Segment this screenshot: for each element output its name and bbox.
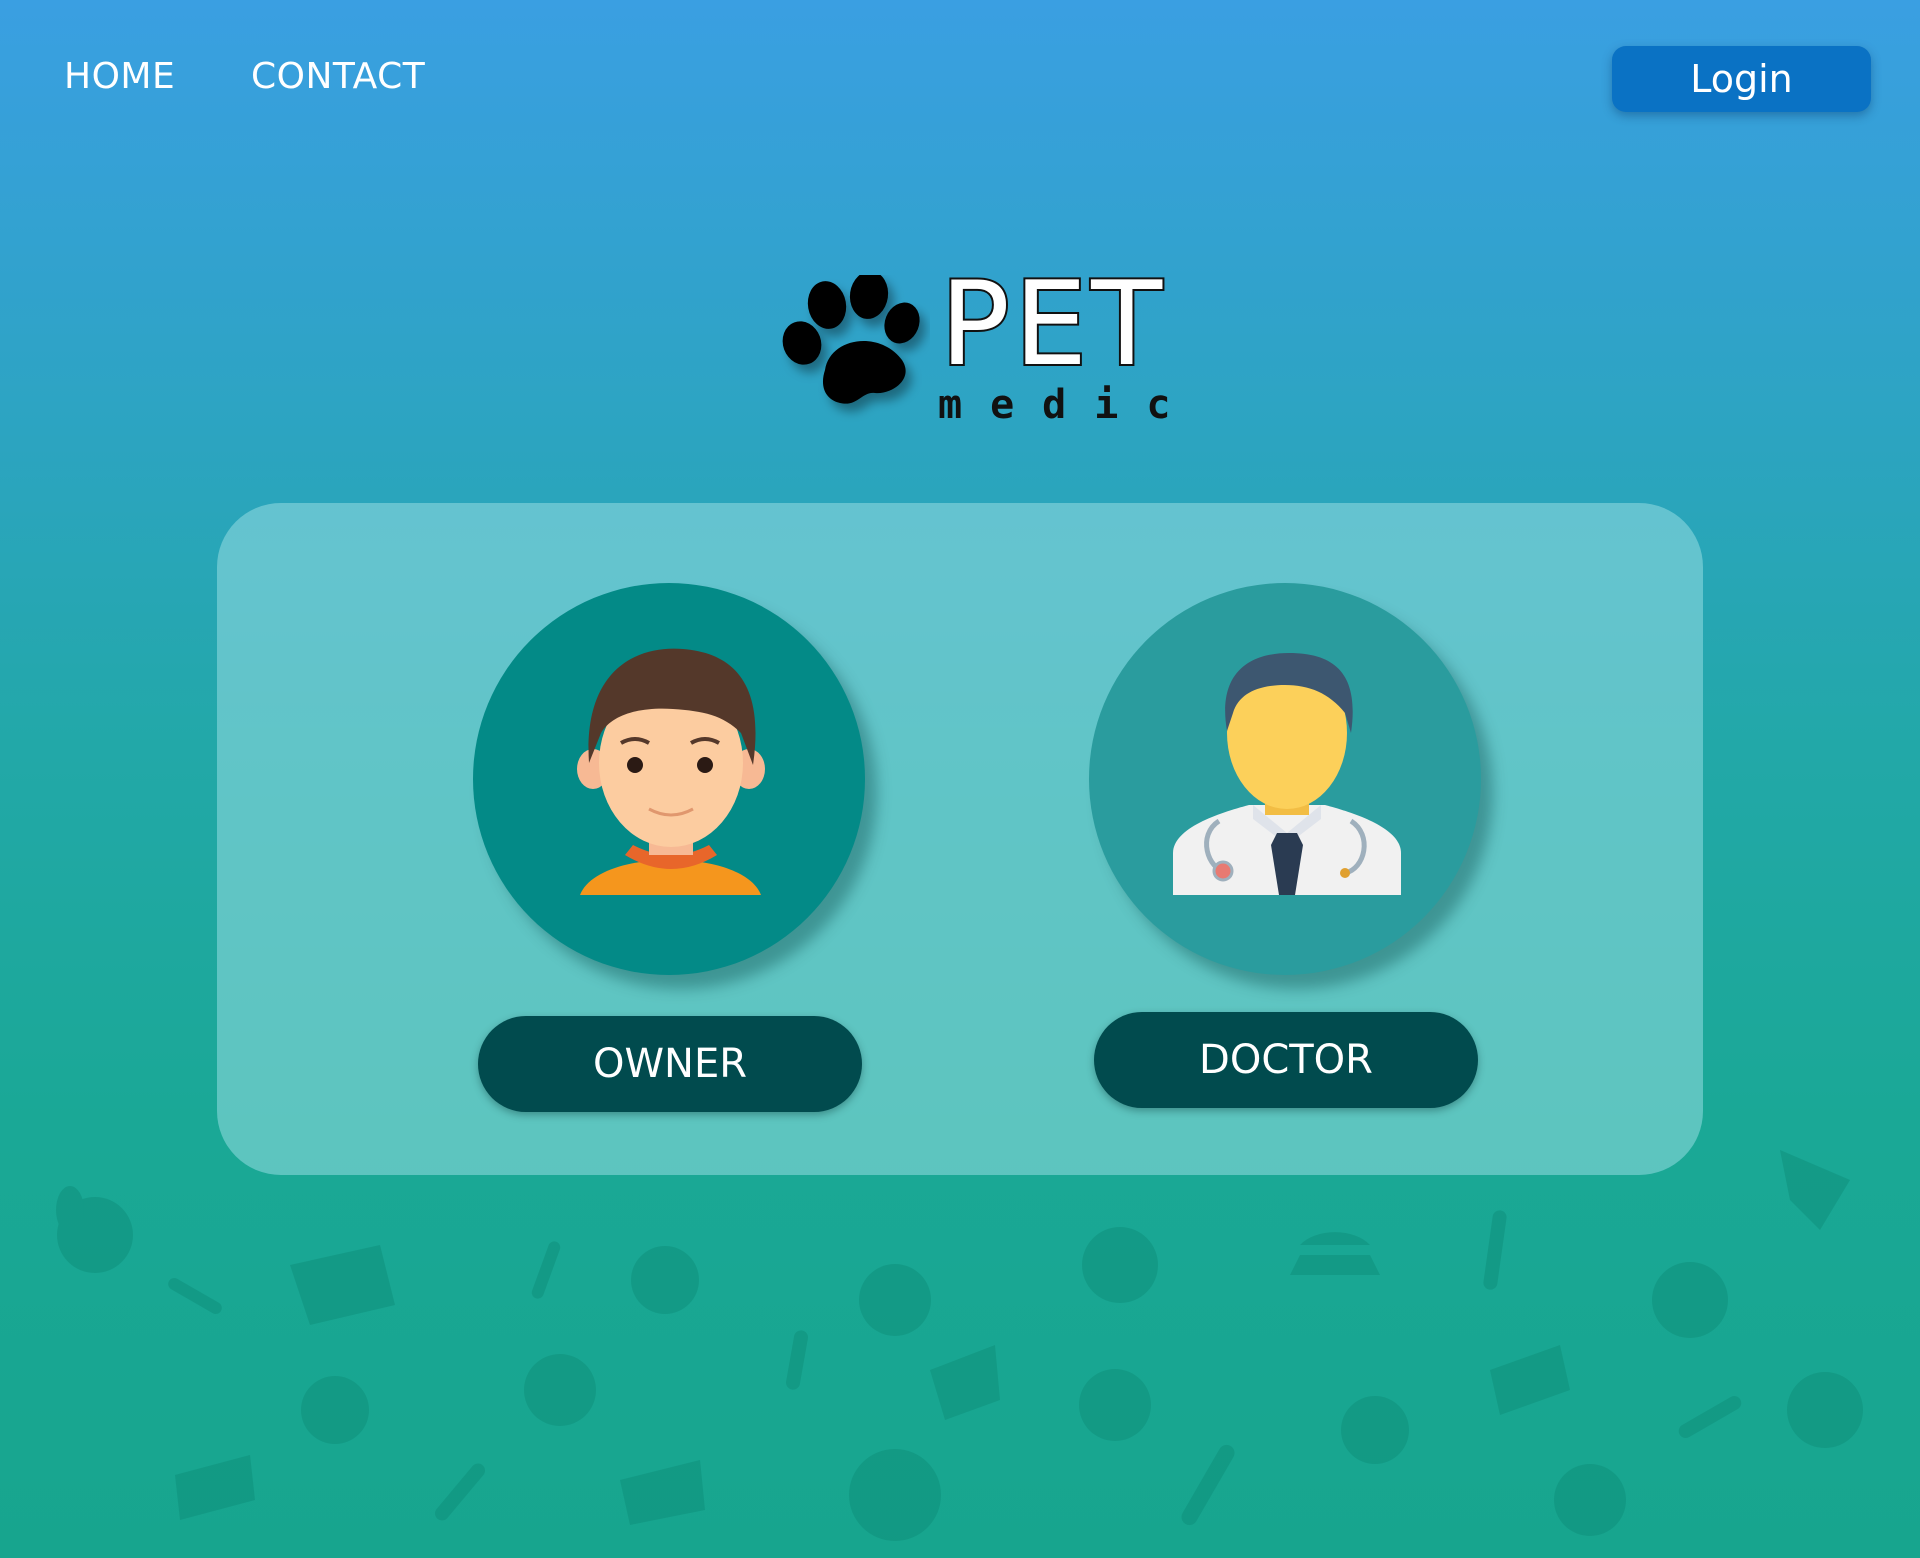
- dog-head-icon: [56, 1186, 133, 1273]
- pet-medic-logo: PET medic: [780, 265, 1170, 435]
- bone-icon: [435, 1463, 485, 1521]
- doctor-avatar-icon: [1173, 653, 1401, 895]
- bone-icon: [531, 1241, 561, 1299]
- logo-title: PET: [938, 257, 1167, 392]
- login-button[interactable]: Login: [1612, 46, 1871, 112]
- cat-head-icon: [859, 1264, 931, 1336]
- doctor-button[interactable]: DOCTOR: [1094, 1012, 1478, 1108]
- bone-icon: [1483, 1210, 1507, 1290]
- dog-head-icon: [849, 1449, 941, 1541]
- nav-home-link[interactable]: HOME: [64, 56, 175, 97]
- cat-head-icon: [631, 1246, 699, 1314]
- dog-head-icon: [524, 1354, 596, 1426]
- cat-head-icon: [301, 1376, 369, 1444]
- bowl-icon: [930, 1345, 1000, 1420]
- paw-icon: [782, 275, 920, 404]
- bone-icon: [168, 1278, 222, 1314]
- bowl-icon: [290, 1245, 395, 1325]
- cat-head-icon: [1079, 1369, 1151, 1441]
- pet-pattern-background: [56, 1150, 1863, 1541]
- person-avatar-icon: [577, 648, 765, 895]
- bowl-icon: [1290, 1232, 1380, 1275]
- owner-avatar[interactable]: [473, 583, 865, 975]
- bowl-icon: [175, 1455, 255, 1520]
- bowl-icon: [620, 1460, 705, 1525]
- cat-head-icon: [1554, 1464, 1626, 1536]
- dog-head-icon: [1341, 1396, 1409, 1464]
- dog-head-icon: [1082, 1227, 1158, 1303]
- bowl-icon: [1490, 1345, 1570, 1415]
- owner-button[interactable]: OWNER: [478, 1016, 862, 1112]
- bone-icon: [1678, 1396, 1742, 1438]
- bowl-icon: [1780, 1150, 1850, 1230]
- cat-head-icon: [1652, 1262, 1728, 1338]
- bone-icon: [1181, 1444, 1235, 1526]
- doctor-avatar[interactable]: [1089, 583, 1481, 975]
- dog-head-icon: [1787, 1372, 1863, 1448]
- bone-icon: [786, 1330, 808, 1390]
- nav-contact-link[interactable]: CONTACT: [251, 56, 425, 97]
- logo-subtitle: medic: [938, 382, 1199, 428]
